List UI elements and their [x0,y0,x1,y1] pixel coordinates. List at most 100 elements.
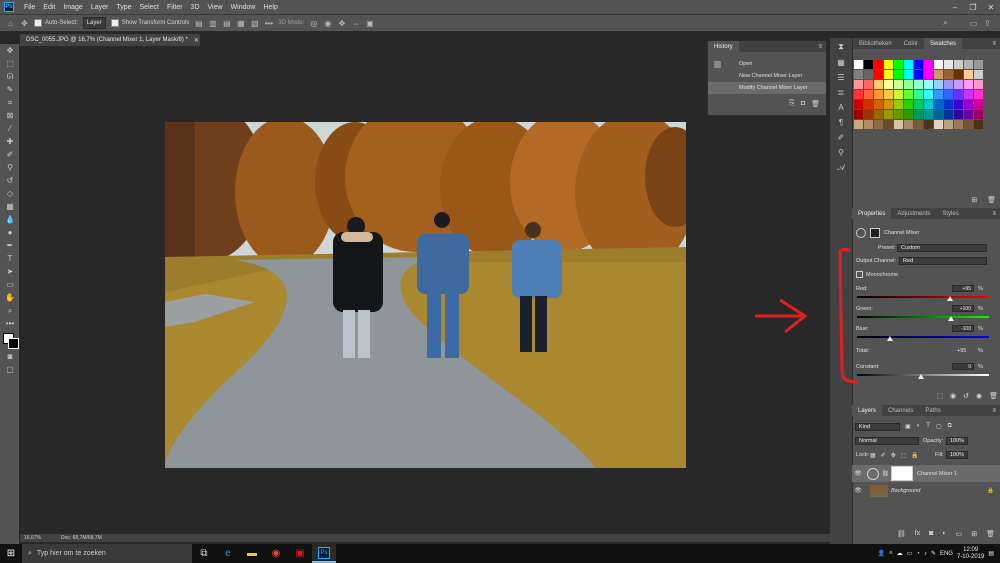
more-options-icon[interactable]: ••• [264,19,273,28]
trash-icon[interactable]: 🗑 [989,392,998,400]
color-swatches-icon[interactable] [0,330,20,350]
chrome-icon[interactable]: ◉ [264,544,288,563]
swatch[interactable] [904,110,913,119]
layer-mask-thumbnail[interactable] [891,466,913,481]
swatch[interactable] [954,110,963,119]
menu-filter[interactable]: Filter [163,4,187,11]
layer-name[interactable]: Channel Mixer 1 [917,471,957,477]
new-adjustment-icon[interactable]: ◐ [942,530,946,538]
swatch[interactable] [944,70,953,79]
task-view-icon[interactable]: ⧉ [192,544,216,563]
swatch[interactable] [914,110,923,119]
filter-adjust-icon[interactable]: ◐ [917,423,921,430]
distribute-icon[interactable]: ▧ [250,19,259,28]
swatch[interactable] [884,60,893,69]
red-slider-thumb[interactable] [947,296,953,301]
swatch[interactable] [944,60,953,69]
transform-toggle[interactable]: Show Transform Controls [110,19,189,27]
auto-select-dropdown[interactable]: Layer [82,17,106,29]
menu-view[interactable]: View [204,4,227,11]
swatch[interactable] [944,90,953,99]
opacity-input[interactable]: 100% [946,437,968,445]
panel-menu-icon[interactable]: ≡ [818,44,822,50]
blue-slider-thumb[interactable] [887,336,893,341]
layer-background[interactable]: 👁 Background 🔒 [852,482,1000,499]
align-right-icon[interactable]: ▤ [222,19,231,28]
swatch[interactable] [884,100,893,109]
swatch[interactable] [864,90,873,99]
swatch[interactable] [974,80,983,89]
swatch[interactable] [864,120,873,129]
windows-start-icon[interactable]: ⊞ [0,548,22,559]
tab-paths[interactable]: Paths [919,405,946,416]
tab-channels[interactable]: Channels [882,405,919,416]
swatch[interactable] [924,90,933,99]
link-layers-icon[interactable]: ⛓ [897,530,906,538]
swatch[interactable] [894,100,903,109]
menu-file[interactable]: File [20,4,39,11]
swatch[interactable] [854,60,863,69]
swatch[interactable] [974,120,983,129]
swatch[interactable] [864,100,873,109]
swatch[interactable] [954,80,963,89]
swatch[interactable] [954,60,963,69]
language-indicator[interactable]: ENG [940,551,953,557]
align-center-icon[interactable]: ▥ [208,19,217,28]
swatch[interactable] [964,110,973,119]
swatch[interactable] [884,90,893,99]
adjustments-panel-icon[interactable]: ☰ [837,73,844,82]
swatch[interactable] [904,70,913,79]
swatch[interactable] [964,80,973,89]
swatch[interactable] [944,80,953,89]
output-channel-dropdown[interactable]: Red [899,257,987,265]
eye-icon[interactable]: 👁 [852,487,864,494]
swatch[interactable] [964,60,973,69]
swatch[interactable] [934,70,943,79]
swatch[interactable] [874,90,883,99]
menu-help[interactable]: Help [259,4,281,11]
new-swatch-icon[interactable]: ⊞ [971,196,977,204]
swatch[interactable] [914,120,923,129]
swatch[interactable] [874,110,883,119]
green-value-input[interactable]: +100 [952,305,974,312]
swatch[interactable] [854,110,863,119]
battery-icon[interactable]: ▭ [907,550,913,557]
swatch[interactable] [894,70,903,79]
new-layer-icon[interactable]: ⊞ [971,530,977,538]
photoshop-taskbar-icon[interactable]: Ps [312,544,336,563]
tab-bibliotheken[interactable]: Bibliotheken [853,38,898,49]
history-brush-icon[interactable]: ↺ [0,174,20,187]
clip-to-layer-icon[interactable]: ⬚ [936,392,943,400]
swatch[interactable] [974,60,983,69]
frame-tool-icon[interactable]: ⊠ [0,109,20,122]
new-group-icon[interactable]: ▭ [956,530,963,538]
filter-shape-icon[interactable]: ▢ [936,423,942,430]
swatch[interactable] [924,110,933,119]
swatch[interactable] [864,110,873,119]
swatch[interactable] [894,60,903,69]
panel-menu-icon[interactable]: ≡ [992,408,996,414]
swatch[interactable] [874,120,883,129]
constant-value-input[interactable]: 0 [952,363,974,370]
dodge-tool-icon[interactable]: ● [0,226,20,239]
tab-history[interactable]: History [708,41,739,52]
swatch[interactable] [934,110,943,119]
swatch[interactable] [964,120,973,129]
swatch[interactable] [924,60,933,69]
swatches-panel-icon[interactable]: ▦ [837,58,845,67]
menu-image[interactable]: Image [59,4,86,11]
swatch[interactable] [904,120,913,129]
swatch[interactable] [924,70,933,79]
swatch[interactable] [884,110,893,119]
edge-icon[interactable]: e [216,544,240,563]
panel-menu-icon[interactable]: ≡ [992,41,996,47]
restore-icon[interactable]: ❐ [964,3,982,12]
monochrome-toggle[interactable]: Monochrome [856,271,898,278]
rectangle-tool-icon[interactable]: ▭ [0,278,20,291]
layer-filter-dropdown[interactable]: Kind [855,423,900,431]
quick-mask-icon[interactable]: ◙ [0,350,20,363]
3d-orbit-icon[interactable]: ◎ [309,19,318,28]
swatch[interactable] [944,100,953,109]
auto-select-toggle[interactable]: Auto-Select: [34,19,78,27]
share-icon[interactable]: ⇪ [983,19,992,28]
